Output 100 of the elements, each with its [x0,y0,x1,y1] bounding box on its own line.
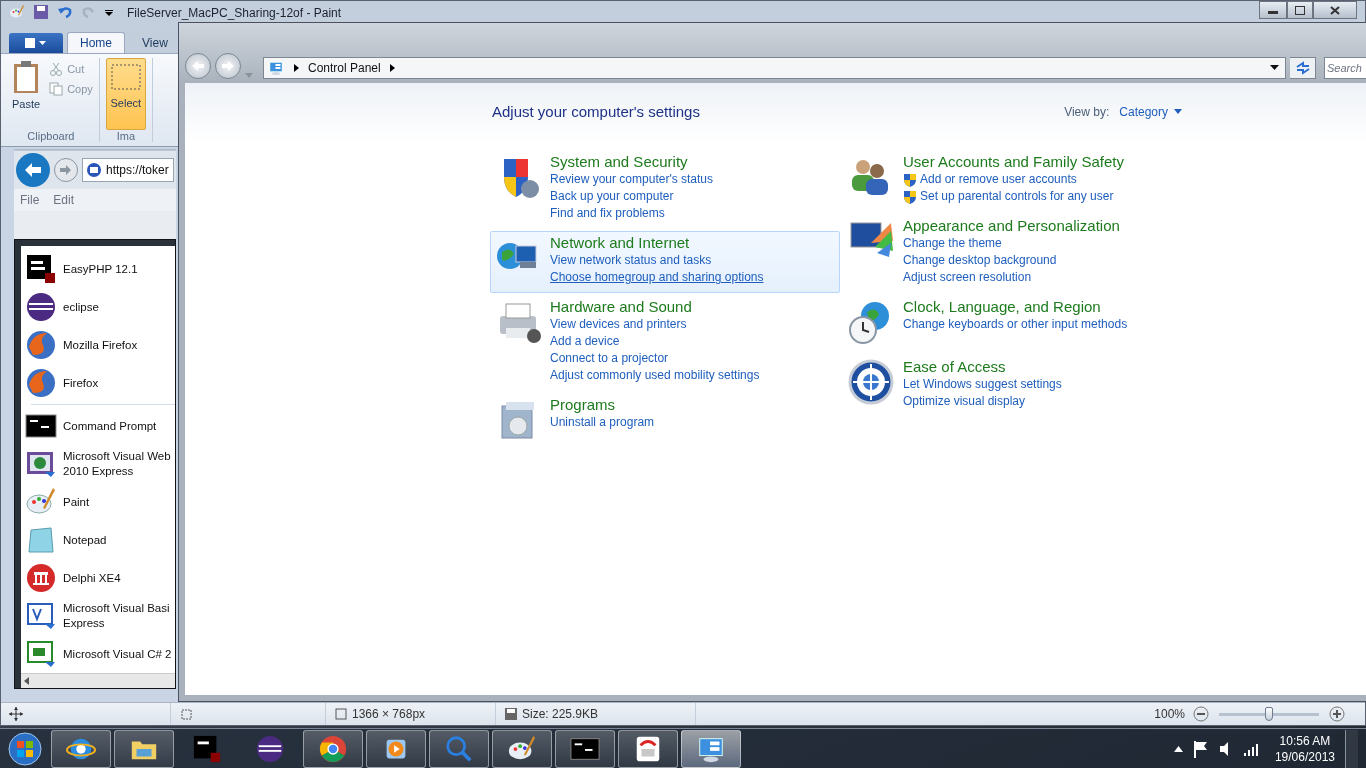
ribbon-tab[interactable]: Home [67,32,125,53]
view-by-dropdown[interactable]: Category [1119,104,1182,119]
breadcrumb-item[interactable]: Control Panel [308,61,381,75]
slider-thumb[interactable] [1265,707,1273,721]
minimize-button[interactable] [1259,1,1287,19]
task-link[interactable]: Change keyboards or other input methods [903,316,1128,333]
program-label[interactable]: Microsoft Visual C# 2 [63,646,172,662]
taskbar-button[interactable] [366,729,426,768]
csharp-icon [25,638,57,670]
category-title[interactable]: Programs [550,396,655,414]
program-label[interactable]: Microsoft Visual Web 2010 Express [63,449,171,479]
menu-item[interactable]: File [20,193,40,207]
category-title[interactable]: Network and Internet [550,234,764,252]
select-button[interactable]: Select [105,58,146,130]
show-desktop-button[interactable] [1345,729,1358,768]
taskbar-button[interactable] [51,729,111,768]
task-link[interactable]: Choose homegroup and sharing options [550,269,764,286]
task-link[interactable]: View network status and tasks [550,252,712,269]
task-link[interactable]: Let Windows suggest settings [903,376,1062,393]
menu-item[interactable]: Edit [53,193,75,207]
globe-fox-icon [25,367,57,399]
task-link[interactable]: Adjust screen resolution [903,269,1032,286]
refresh-button[interactable] [1290,57,1316,79]
program-label[interactable]: Mozilla Firefox [63,337,138,353]
back-button[interactable] [185,53,211,79]
program-label[interactable]: Command Prompt [63,418,157,434]
page-heading: Adjust your computer's settings [492,103,700,120]
program-label[interactable]: Notepad [63,532,107,548]
forward-button[interactable] [215,53,241,79]
back-button[interactable] [16,153,50,187]
program-label[interactable]: eclipse [63,299,99,315]
app-menu-button[interactable] [9,33,63,53]
category-title[interactable]: User Accounts and Family Safety [903,153,1124,171]
task-link[interactable]: Change desktop background [903,252,1057,269]
shield-icon [903,172,917,187]
dropdown-icon [1270,65,1279,71]
task-link[interactable]: Adjust commonly used mobility settings [550,367,760,384]
program-label[interactable]: Microsoft Visual Basi Express [63,601,170,631]
dropdown-icon [245,73,253,79]
refresh-icon [1294,61,1311,75]
up-arrow-icon [1173,745,1183,752]
temple-icon [25,562,57,594]
taskbar-button[interactable] [618,729,678,768]
selection-icon [109,61,142,93]
category-title[interactable]: System and Security [550,153,714,171]
category-title[interactable]: Appearance and Personalization [903,217,1120,235]
save-icon [33,4,49,20]
zoom-level: 100% [1154,707,1185,721]
clock-time[interactable]: 10:56 AM [1279,732,1331,749]
menu-icon [25,38,47,48]
task-link[interactable]: Connect to a projector [550,350,669,367]
scrollbar[interactable] [21,673,175,688]
program-label[interactable]: Paint [63,494,90,510]
task-link[interactable]: Add or remove user accounts [920,171,1077,188]
program-label[interactable]: EasyPHP 12.1 [63,261,138,277]
program-label[interactable]: Delphi XE4 [63,570,121,586]
vb-icon [25,600,57,632]
task-link[interactable]: Uninstall a program [550,414,655,431]
category-title[interactable]: Clock, Language, and Region [903,298,1128,316]
taskbar-button[interactable] [429,729,489,768]
close-button[interactable] [1313,1,1357,19]
task-link[interactable]: Review your computer's status [550,171,714,188]
search-field[interactable]: Search [1324,57,1366,79]
task-link[interactable]: Set up parental controls for any user [920,188,1114,205]
paste-button[interactable]: Paste [9,58,44,130]
address-field[interactable]: https://toker [82,158,174,182]
clock-date[interactable]: 19/06/2013 [1274,748,1335,765]
scissors-icon [49,62,64,76]
ribbon-tab[interactable]: View [129,32,181,53]
program-label[interactable]: Firefox [63,375,99,391]
window-title: FileServer_MacPC_Sharing-12of - Paint [127,5,342,22]
address-bar[interactable]: Control Panel [263,57,1286,79]
move-icon [9,707,23,721]
globe-fox-icon [25,329,57,361]
caret-icon [1174,109,1182,114]
task-link[interactable]: Add a device [550,333,620,350]
category-title[interactable]: Hardware and Sound [550,298,760,316]
windows-orb-icon [7,730,43,767]
view-by-label: View by: [1064,104,1110,119]
notepad-icon [25,524,57,556]
task-link[interactable]: Find and fix problems [550,205,665,222]
task-link[interactable]: Change the theme [903,235,1002,252]
search-icon [444,733,474,764]
task-link[interactable]: Optimize visual display [903,393,1026,410]
task-link[interactable]: View devices and printers [550,316,687,333]
copy-icon [49,82,64,96]
taskbar-button[interactable] [492,729,552,768]
taskbar-button[interactable] [681,729,741,768]
taskbar-button[interactable] [114,729,174,768]
group-label: Clipboard [27,130,75,142]
back-arrow-icon [24,162,42,178]
file-size: Size: 225.9KB [522,707,599,721]
clipboard-icon [12,60,41,94]
forward-arrow-icon [222,61,234,71]
category-title[interactable]: Ease of Access [903,358,1062,376]
save-icon [504,707,518,721]
task-link[interactable]: Back up your computer [550,188,674,205]
maximize-button[interactable] [1287,1,1313,19]
taskbar-button[interactable] [303,729,363,768]
taskbar-button[interactable] [555,729,615,768]
